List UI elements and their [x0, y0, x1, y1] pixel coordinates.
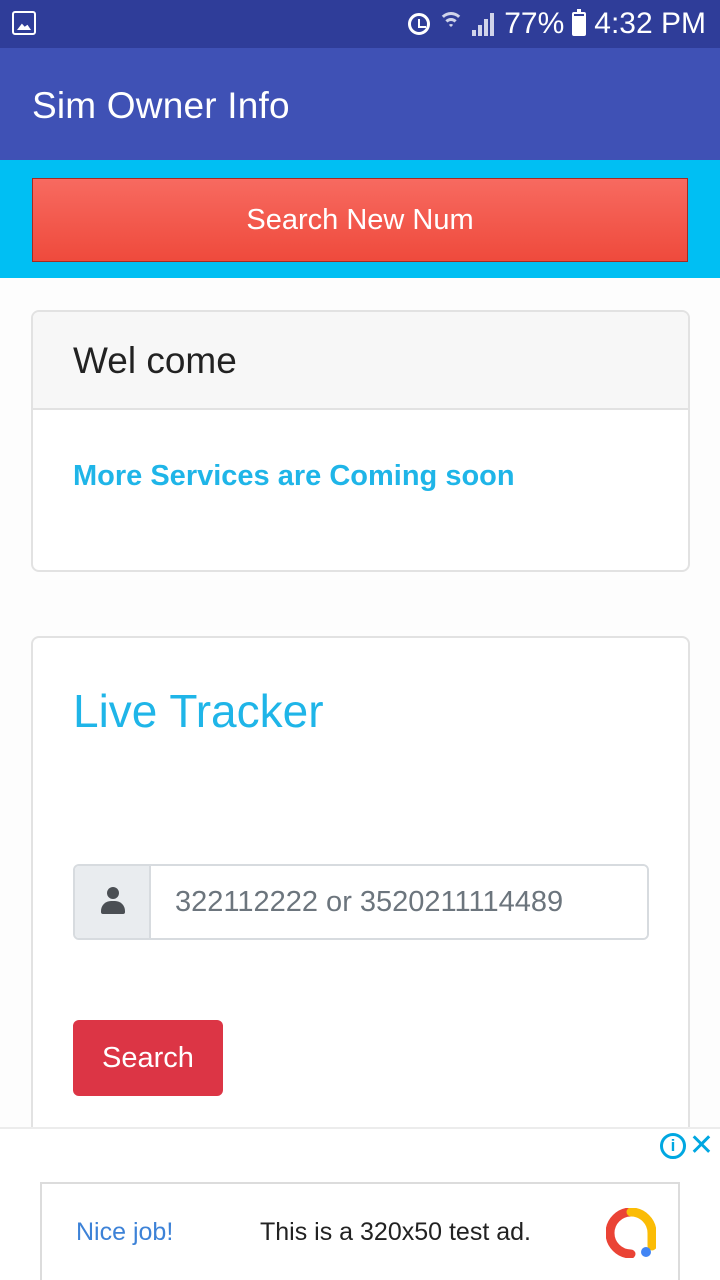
- ad-content[interactable]: Nice job! This is a 320x50 test ad.: [40, 1182, 680, 1280]
- info-icon[interactable]: i: [660, 1133, 686, 1159]
- welcome-heading: Wel come: [73, 340, 237, 381]
- status-bar: 77% 4:32 PM: [0, 0, 720, 48]
- welcome-card-header: Wel come: [33, 312, 688, 410]
- gallery-icon: [12, 11, 36, 35]
- battery-charging-icon: [572, 9, 587, 36]
- live-tracker-title: Live Tracker: [73, 685, 324, 737]
- number-input-group: [73, 864, 649, 940]
- search-button[interactable]: Search: [73, 1020, 223, 1096]
- clock-time: 4:32 PM: [594, 7, 706, 40]
- search-new-num-button[interactable]: Search New Num: [32, 178, 688, 262]
- battery-percent: 77%: [504, 7, 565, 40]
- number-input[interactable]: [151, 866, 647, 938]
- welcome-card: Wel come More Services are Coming soon: [31, 310, 690, 572]
- ad-body-text: This is a 320x50 test ad.: [260, 1218, 531, 1246]
- input-addon: [75, 866, 151, 938]
- coming-soon-message: More Services are Coming soon: [73, 460, 515, 492]
- ad-nice-text: Nice job!: [76, 1218, 174, 1246]
- app-bar: Sim Owner Info: [0, 48, 720, 160]
- alarm-icon: [408, 13, 431, 35]
- user-icon: [101, 887, 125, 915]
- live-tracker-card: Live Tracker Search: [31, 636, 690, 1156]
- close-icon[interactable]: ✕: [689, 1131, 714, 1161]
- wifi-icon: [438, 12, 465, 36]
- status-icons: 77% 4:32 PM: [408, 0, 706, 48]
- ad-logo-icon: [606, 1208, 656, 1258]
- ad-banner[interactable]: i ✕ Nice job! This is a 320x50 test ad.: [0, 1127, 720, 1280]
- signal-icon: [472, 12, 496, 36]
- app-title: Sim Owner Info: [32, 85, 290, 126]
